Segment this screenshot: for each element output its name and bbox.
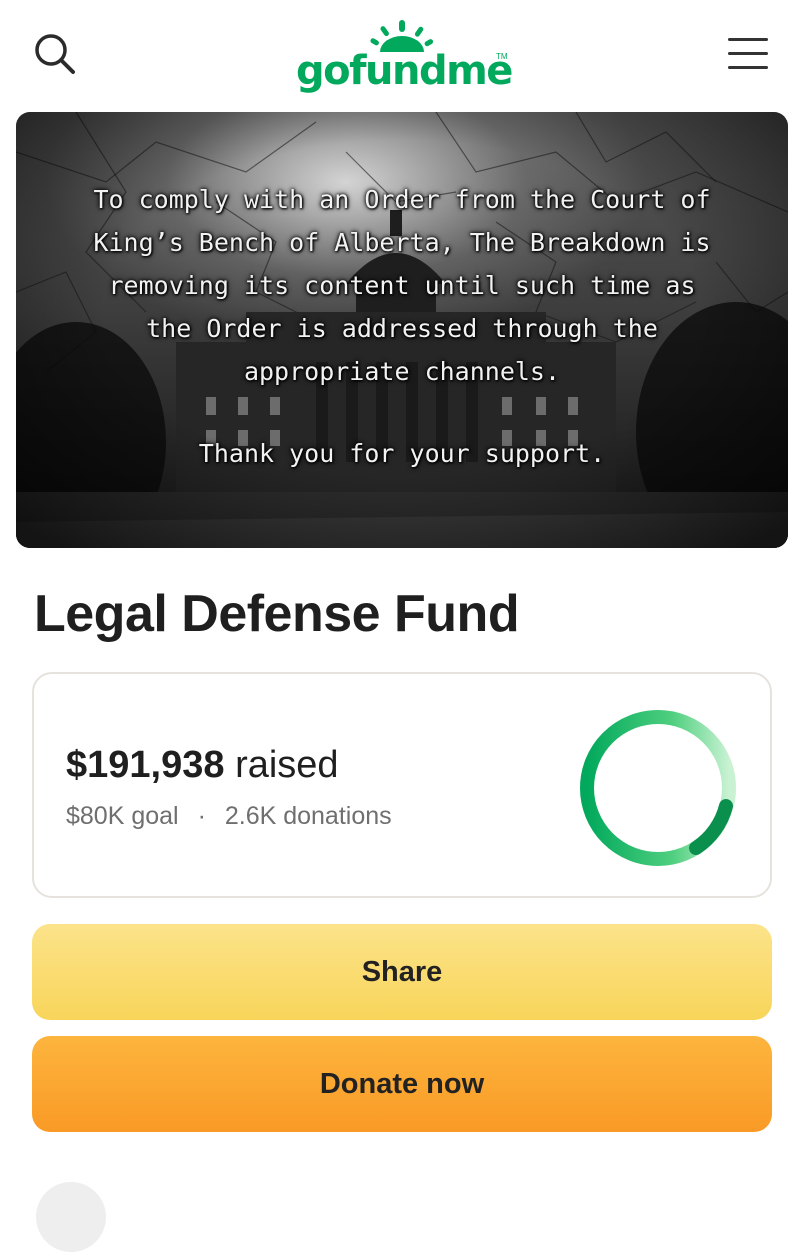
header: gofundme TM <box>0 0 804 110</box>
hero-line: the Order is addressed through the <box>146 314 658 343</box>
goal-and-donations: $80K goal · 2.6K donations <box>66 802 392 831</box>
gofundme-logo[interactable]: gofundme TM <box>296 18 516 98</box>
menu-bar <box>728 52 768 55</box>
hero-line: removing its content until such time as <box>108 271 696 300</box>
share-button[interactable]: Share <box>32 924 772 1020</box>
progress-ring-end <box>689 799 733 855</box>
search-icon[interactable] <box>30 30 82 82</box>
separator-dot: · <box>197 802 206 830</box>
menu-bar <box>728 38 768 41</box>
progress-ring <box>580 710 736 866</box>
trademark-mark: TM <box>496 52 508 61</box>
hero-line: King’s Bench of Alberta, The Breakdown i… <box>93 228 711 257</box>
donations-count: 2.6K donations <box>224 802 392 830</box>
progress-card[interactable]: $191,938 raised $80K goal · 2.6K donatio… <box>32 672 772 898</box>
campaign-title: Legal Defense Fund <box>34 585 520 643</box>
logo-wordmark: gofundme <box>296 48 513 94</box>
hamburger-menu-icon[interactable] <box>728 38 768 72</box>
goal-text: $80K goal <box>66 802 179 830</box>
avatar <box>36 1182 106 1252</box>
raised-value: $191,938 <box>66 744 225 786</box>
hero-line: appropriate channels. <box>243 357 561 386</box>
donate-now-button[interactable]: Donate now <box>32 1036 772 1132</box>
menu-bar <box>728 66 768 69</box>
raised-amount: $191,938 raised <box>66 744 339 787</box>
sun-rays-icon <box>370 20 434 52</box>
hero-notice-text: To comply with an Order from the Court o… <box>36 178 768 393</box>
raised-label: raised <box>235 744 339 786</box>
hero-line: To comply with an Order from the Court o… <box>93 185 711 214</box>
campaign-hero-image: To comply with an Order from the Court o… <box>16 112 788 548</box>
hero-thanks-text: Thank you for your support. <box>198 439 606 468</box>
